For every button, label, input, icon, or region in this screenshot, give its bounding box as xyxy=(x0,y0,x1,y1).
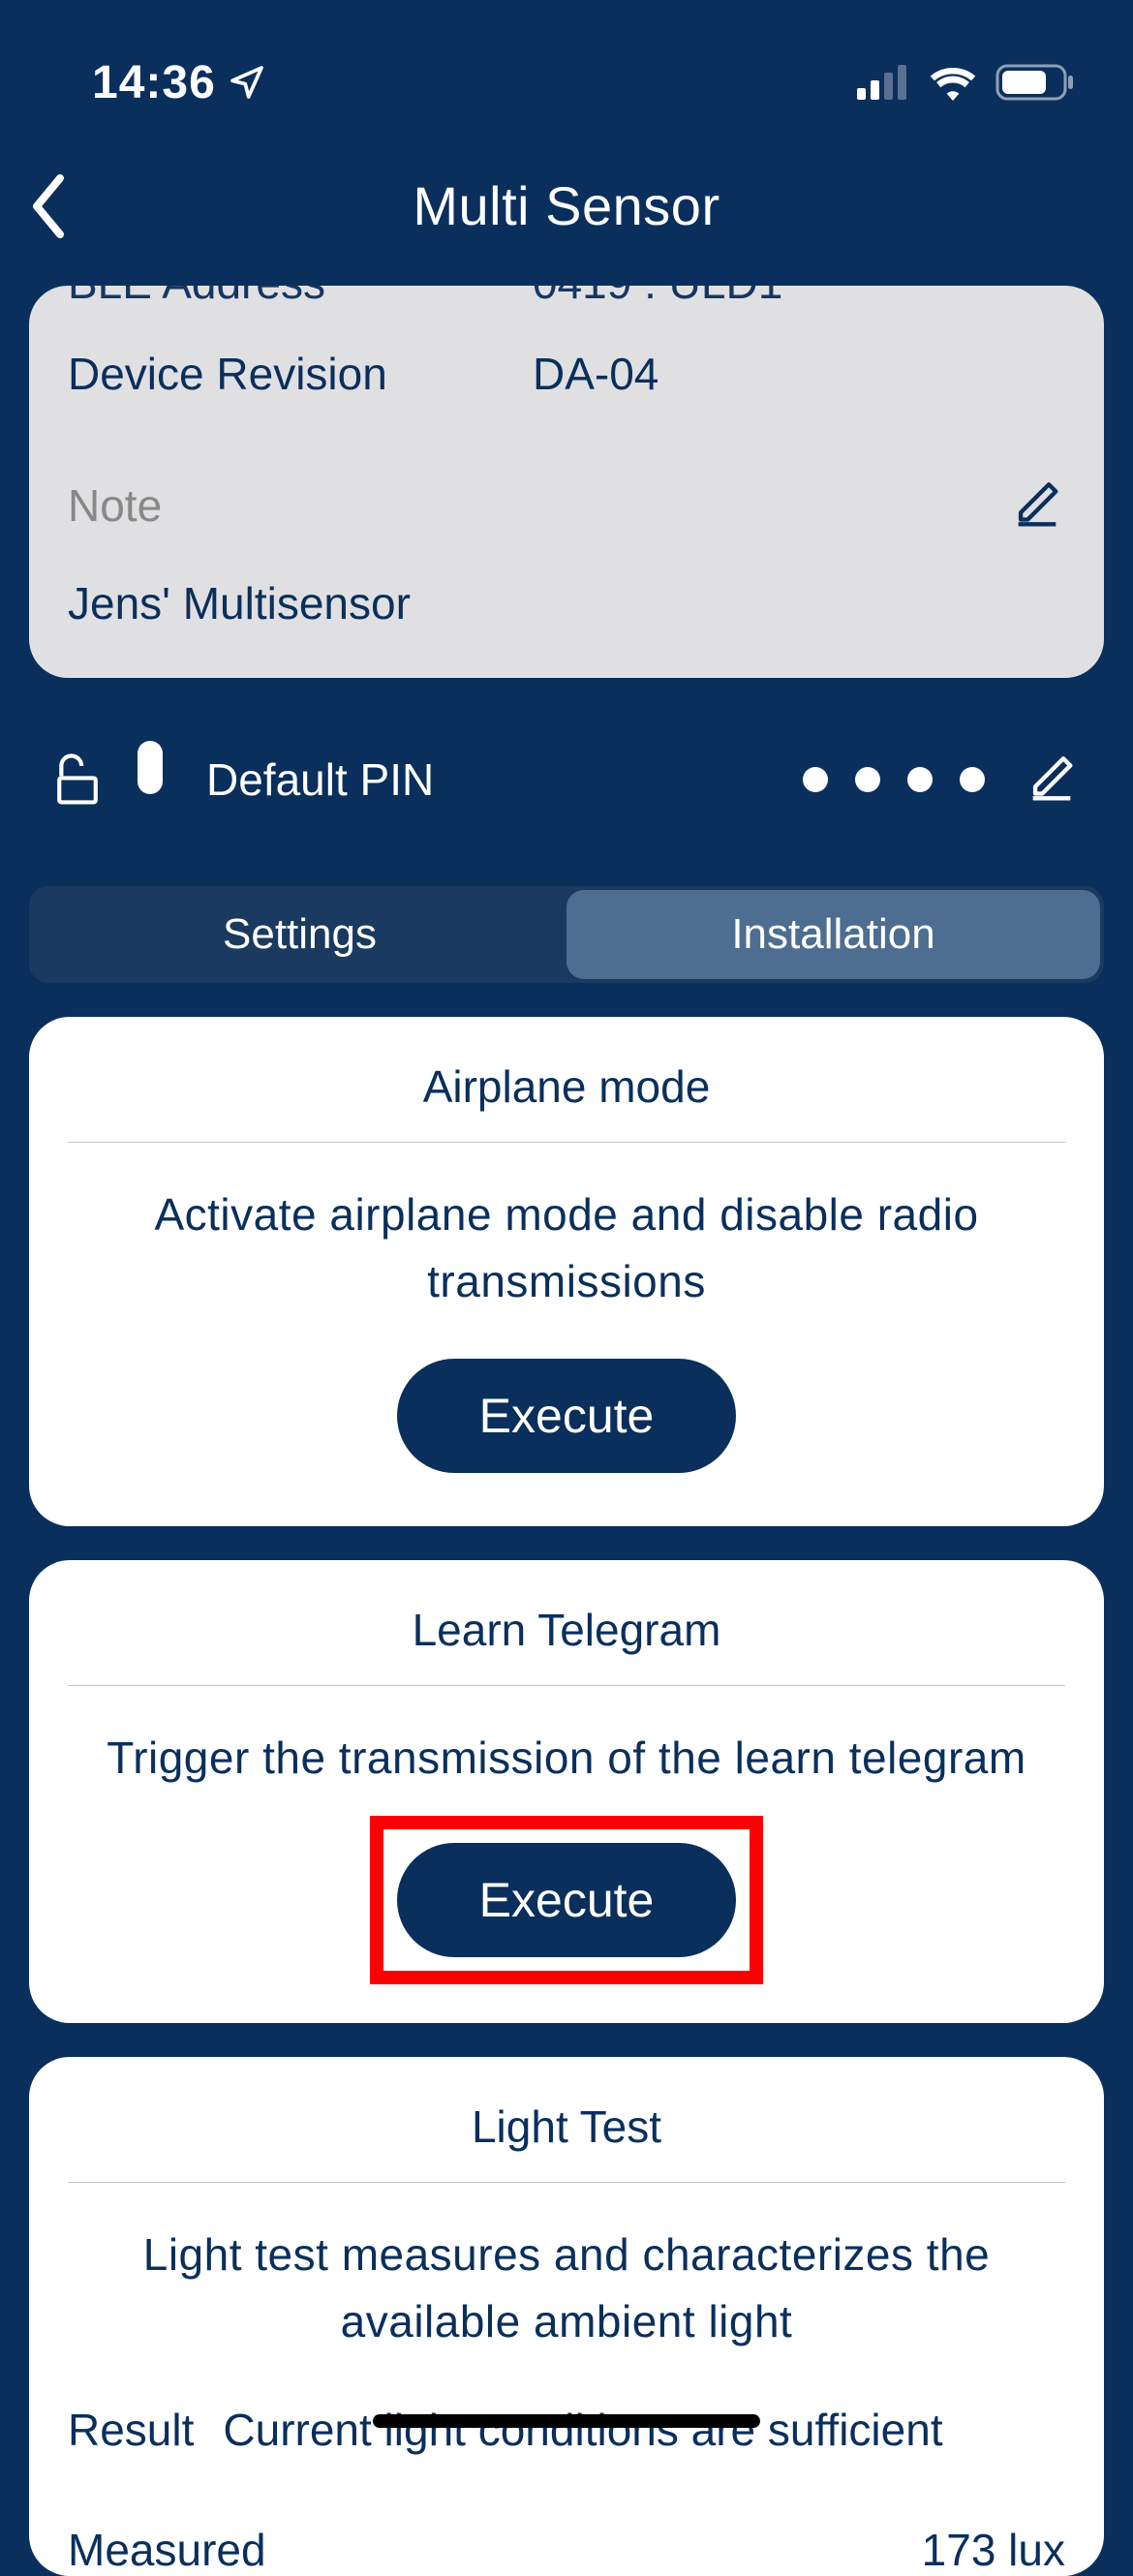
unlock-icon xyxy=(53,753,102,807)
light-result-value: Current light conditions are sufficient xyxy=(223,2404,942,2456)
status-bar: 14:36 xyxy=(0,0,1133,145)
toggle-thumb xyxy=(138,741,163,794)
ble-address-label: BLE Address xyxy=(68,286,533,309)
light-test-card: Light Test Light test measures and chara… xyxy=(29,2057,1104,2576)
airplane-mode-card: Airplane mode Activate airplane mode and… xyxy=(29,1017,1104,1526)
page-title: Multi Sensor xyxy=(413,174,720,237)
pin-dot-3 xyxy=(907,767,933,792)
ble-address-value: 0419 : ULD1 xyxy=(533,286,782,309)
cellular-signal-icon xyxy=(857,65,910,100)
battery-icon xyxy=(995,64,1075,101)
pin-row: Default PIN xyxy=(0,707,1133,862)
tab-settings[interactable]: Settings xyxy=(33,890,566,979)
pin-dot-2 xyxy=(855,767,880,792)
back-button[interactable] xyxy=(29,172,68,240)
info-row-revision: Device Revision DA-04 xyxy=(68,328,1065,419)
device-revision-label: Device Revision xyxy=(68,348,533,400)
info-row-ble: BLE Address 0419 : ULD1 xyxy=(68,286,1065,328)
edit-pin-button[interactable] xyxy=(1024,751,1080,808)
airplane-execute-button[interactable]: Execute xyxy=(397,1359,737,1473)
wifi-icon xyxy=(928,64,978,101)
light-title: Light Test xyxy=(68,2101,1065,2153)
tab-installation[interactable]: Installation xyxy=(566,890,1100,979)
airplane-title: Airplane mode xyxy=(68,1060,1065,1113)
light-desc: Light test measures and characterizes th… xyxy=(68,2222,1065,2355)
location-icon xyxy=(228,63,266,102)
light-measured-label: Measured xyxy=(68,2524,266,2576)
status-time: 14:36 xyxy=(92,56,216,109)
divider xyxy=(68,1685,1065,1686)
note-section: Note xyxy=(68,477,1065,534)
learn-execute-button[interactable]: Execute xyxy=(397,1843,737,1957)
pin-right xyxy=(803,751,1080,808)
edit-note-button[interactable] xyxy=(1009,477,1065,534)
divider xyxy=(68,1142,1065,1143)
pin-dot-1 xyxy=(803,767,828,792)
status-right xyxy=(857,64,1075,101)
device-info-card: BLE Address 0419 : ULD1 Device Revision … xyxy=(29,286,1104,678)
tabs: Settings Installation xyxy=(29,886,1104,983)
note-value: Jens' Multisensor xyxy=(68,577,1065,629)
home-indicator[interactable] xyxy=(373,2414,760,2428)
pin-toggle[interactable] xyxy=(131,736,169,823)
pin-dot-4 xyxy=(960,767,985,792)
light-measured-value: 173 lux xyxy=(922,2524,1065,2576)
learn-title: Learn Telegram xyxy=(68,1604,1065,1656)
status-left: 14:36 xyxy=(92,56,266,109)
learn-desc: Trigger the transmission of the learn te… xyxy=(68,1725,1065,1792)
note-label: Note xyxy=(68,479,162,532)
learn-telegram-card: Learn Telegram Trigger the transmission … xyxy=(29,1560,1104,2023)
pin-left: Default PIN xyxy=(53,736,434,823)
nav-header: Multi Sensor xyxy=(0,145,1133,286)
highlight-annotation: Execute xyxy=(370,1816,764,1984)
light-result-label: Result xyxy=(68,2404,194,2456)
device-revision-value: DA-04 xyxy=(533,348,658,400)
pin-label: Default PIN xyxy=(206,753,434,806)
airplane-desc: Activate airplane mode and disable radio… xyxy=(68,1181,1065,1315)
divider xyxy=(68,2182,1065,2183)
light-measured-row: Measured 173 lux xyxy=(68,2524,1065,2576)
